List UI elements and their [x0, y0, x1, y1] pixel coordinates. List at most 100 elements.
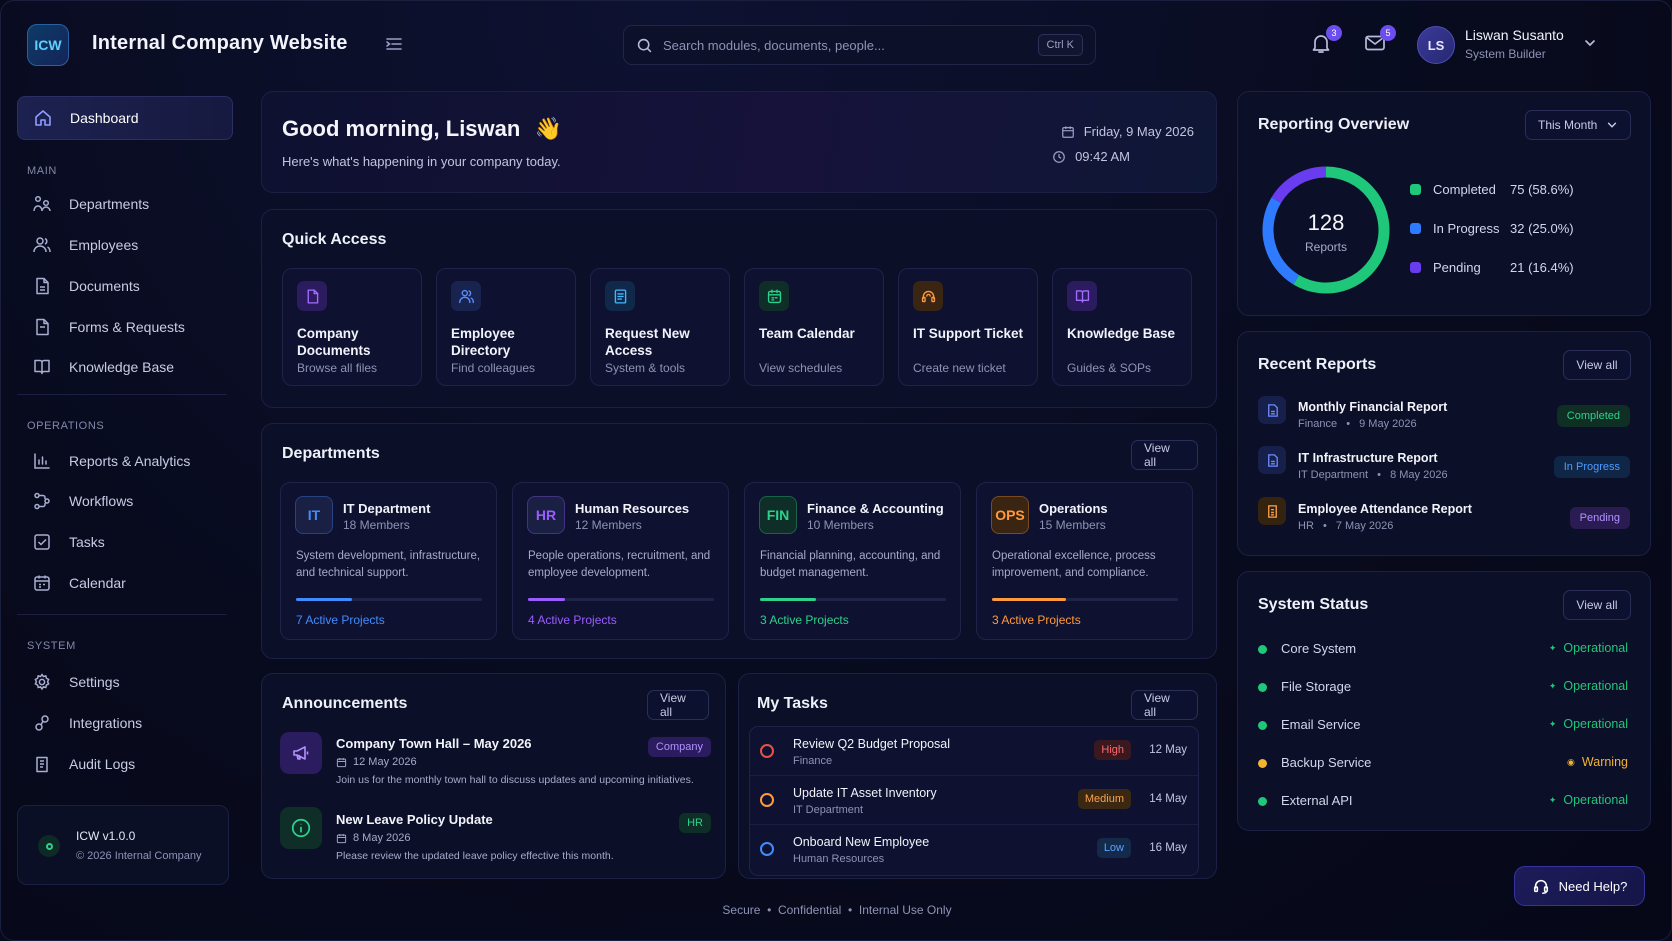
sidebar-toggle-icon[interactable]: [384, 34, 404, 54]
report-title[interactable]: Employee Attendance Report: [1298, 502, 1472, 516]
sidebar-item-label: Integrations: [69, 715, 143, 731]
chart-icon: [34, 453, 50, 469]
calendar-icon: [34, 575, 50, 591]
legend-swatch: [1410, 223, 1421, 234]
sparkle-icon: ✦: [1548, 794, 1557, 805]
greeting-text: Good morning, Liswan: [282, 116, 521, 141]
recent-reports-title: Recent Reports: [1258, 356, 1377, 373]
quick-access-card[interactable]: Request New Access System & tools: [590, 268, 730, 386]
quick-access-subtitle: View schedules: [759, 361, 843, 375]
app-window: ICW Internal Company Website Search modu…: [0, 0, 1672, 941]
mail-icon[interactable]: 5: [1363, 25, 1396, 57]
system-status-view-all-button[interactable]: View all: [1563, 590, 1631, 620]
sidebar-item-workflows[interactable]: Workflows: [17, 479, 233, 523]
department-members: 12 Members: [575, 518, 642, 532]
department-card[interactable]: OPS Operations 15 Members Operational excel…: [976, 482, 1193, 640]
quick-access-subtitle: Find colleagues: [451, 361, 536, 375]
task-checkbox[interactable]: [760, 793, 774, 807]
workflow-icon: [34, 492, 50, 510]
tasks-view-all-button[interactable]: View all: [1131, 690, 1198, 720]
status-badge: In Progress: [1553, 456, 1630, 478]
task-row[interactable]: Update IT Asset Inventory IT Department …: [750, 776, 1198, 825]
chevron-down-icon[interactable]: [1583, 36, 1597, 50]
clipboard-icon: [36, 756, 48, 773]
form-icon: [605, 281, 635, 311]
version-card: ICW v1.0.0 © 2026 Internal Company: [17, 805, 229, 885]
departments-title: Departments: [282, 445, 380, 462]
quick-access-card[interactable]: Knowledge Base Guides & SOPs: [1052, 268, 1192, 386]
report-date: 8 May 2026: [1390, 469, 1448, 481]
system-status-row: Core System ✦ Operational: [1258, 640, 1628, 660]
quick-access-card[interactable]: IT Support Ticket Create new ticket: [898, 268, 1038, 386]
document-icon: [297, 281, 327, 311]
date-text: Friday, 9 May 2026: [1083, 124, 1194, 139]
sidebar-item-employees[interactable]: Employees: [17, 223, 233, 267]
announcements-view-all-button[interactable]: View all: [647, 690, 709, 720]
avatar[interactable]: LS: [1417, 26, 1455, 64]
departments-view-all-button[interactable]: View all: [1131, 440, 1198, 470]
sidebar-item-forms-requests[interactable]: Forms & Requests: [17, 305, 233, 349]
search-input[interactable]: Search modules, documents, people... Ctr…: [623, 25, 1096, 65]
announcement-title[interactable]: New Leave Policy Update: [336, 812, 493, 827]
sidebar-item-dashboard[interactable]: Dashboard: [17, 96, 233, 140]
department-code-icon: HR: [527, 496, 565, 534]
tasks-title: My Tasks: [757, 695, 828, 712]
bell-icon[interactable]: 3: [1309, 25, 1342, 57]
announcement-title[interactable]: Company Town Hall – May 2026: [336, 736, 532, 751]
sidebar-item-calendar[interactable]: Calendar: [17, 561, 233, 605]
need-help-button[interactable]: Need Help?: [1514, 866, 1645, 906]
sidebar-item-audit-logs[interactable]: Audit Logs: [17, 742, 233, 786]
quick-access-subtitle: Guides & SOPs: [1067, 361, 1152, 375]
task-row[interactable]: Review Q2 Budget Proposal Finance High 1…: [750, 727, 1198, 776]
sidebar-item-reports-analytics[interactable]: Reports & Analytics: [17, 439, 233, 483]
department-progress-fill: [992, 598, 1067, 601]
status-dot: [1258, 645, 1267, 654]
system-status-text: ✦ Operational: [1549, 679, 1628, 693]
task-row[interactable]: Onboard New Employee Human Resources Low…: [750, 825, 1198, 874]
recent-reports-view-all-button[interactable]: View all: [1563, 350, 1631, 380]
announcement-body: Join us for the monthly town hall to dis…: [336, 774, 694, 786]
task-checkbox[interactable]: [760, 842, 774, 856]
report-title[interactable]: IT Infrastructure Report: [1298, 451, 1438, 465]
department-members: 15 Members: [1039, 518, 1106, 532]
wave-icon: 👋: [534, 116, 562, 141]
department-projects-link[interactable]: 3 Active Projects: [760, 613, 849, 627]
department-projects-link[interactable]: 4 Active Projects: [528, 613, 617, 627]
report-title[interactable]: Monthly Financial Report: [1298, 400, 1447, 414]
quick-access-card[interactable]: Employee Directory Find colleagues: [436, 268, 576, 386]
sidebar-item-settings[interactable]: Settings: [17, 660, 233, 704]
quick-access-panel: Quick Access Company Documents Browse all…: [261, 209, 1217, 408]
welcome-banner: Good morning, Liswan 👋 Here's what's hap…: [261, 91, 1217, 193]
user-name[interactable]: Liswan Susanto: [1465, 27, 1564, 43]
book-icon: [1067, 281, 1097, 311]
department-progress-track: [296, 598, 482, 601]
sidebar-item-integrations[interactable]: Integrations: [17, 701, 233, 745]
report-date: 9 May 2026: [1359, 418, 1417, 430]
department-card[interactable]: IT IT Department 18 Members System developm…: [280, 482, 497, 640]
sidebar-item-documents[interactable]: Documents: [17, 264, 233, 308]
department-projects-link[interactable]: 3 Active Projects: [992, 613, 1081, 627]
report-icon: [1258, 446, 1286, 474]
department-card[interactable]: FIN Finance & Accounting 10 Members Financi…: [744, 482, 961, 640]
legend-value: 21 (16.4%): [1510, 260, 1574, 275]
system-name: Backup Service: [1281, 755, 1372, 770]
clock-icon: [1053, 150, 1065, 163]
sidebar-item-knowledge-base[interactable]: Knowledge Base: [17, 345, 233, 389]
task-dept: Human Resources: [793, 853, 885, 865]
department-projects-link[interactable]: 7 Active Projects: [296, 613, 385, 627]
task-checkbox[interactable]: [760, 744, 774, 758]
task-date: 16 May: [1149, 842, 1187, 854]
sidebar-item-departments[interactable]: Departments: [17, 182, 233, 226]
department-card[interactable]: HR Human Resources 12 Members People operat…: [512, 482, 729, 640]
sparkle-icon: ✦: [1548, 680, 1557, 691]
period-select[interactable]: This Month: [1525, 110, 1631, 140]
sidebar-item-label: Tasks: [69, 534, 105, 550]
quick-access-card[interactable]: Company Documents Browse all files: [282, 268, 422, 386]
announcement-body: Please review the updated leave policy e…: [336, 850, 614, 862]
report-meta: Finance • 9 May 2026: [1298, 418, 1417, 430]
sparkle-icon: ✦: [1548, 642, 1557, 653]
sidebar-item-tasks[interactable]: Tasks: [17, 520, 233, 564]
app-logo[interactable]: ICW: [27, 24, 69, 66]
sidebar-section-main: MAIN: [27, 165, 57, 177]
quick-access-card[interactable]: Team Calendar View schedules: [744, 268, 884, 386]
